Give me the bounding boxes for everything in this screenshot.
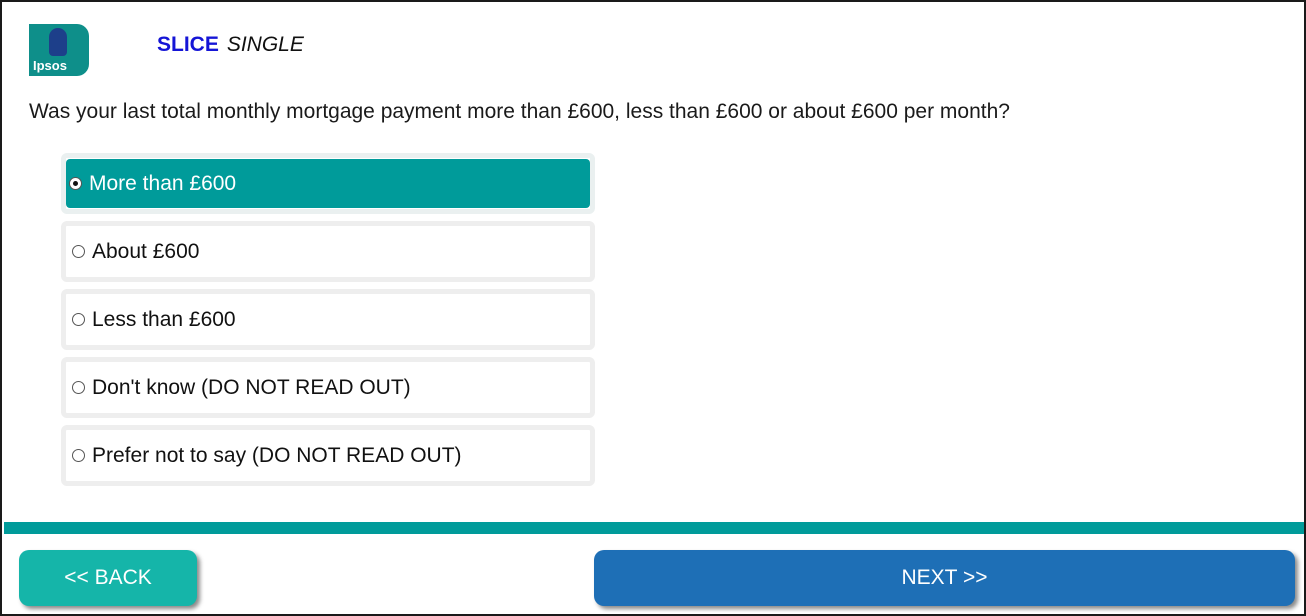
option-prefer-not-to-say[interactable]: Prefer not to say (DO NOT READ OUT) xyxy=(61,425,595,486)
radio-button[interactable] xyxy=(72,313,85,326)
back-button[interactable]: << BACK xyxy=(19,550,197,606)
header-title: SLICE SINGLE xyxy=(157,32,304,58)
question-text: Was your last total monthly mortgage pay… xyxy=(29,100,1010,123)
ipsos-logo: Ipsos xyxy=(29,24,89,76)
option-inner: About £600 xyxy=(72,240,199,264)
radio-button[interactable] xyxy=(72,381,85,394)
radio-button[interactable] xyxy=(72,245,85,258)
option-more-than-600[interactable]: More than £600 xyxy=(61,153,595,214)
option-inner: Don't know (DO NOT READ OUT) xyxy=(72,376,411,400)
option-label: Prefer not to say (DO NOT READ OUT) xyxy=(92,443,462,467)
logo-text: Ipsos xyxy=(33,58,67,73)
radio-button-checked[interactable] xyxy=(69,177,82,190)
option-label: About £600 xyxy=(92,239,200,263)
mode-label: SINGLE xyxy=(226,33,304,56)
footer-divider xyxy=(4,522,1304,534)
option-about-600[interactable]: About £600 xyxy=(61,221,595,282)
option-inner: Prefer not to say (DO NOT READ OUT) xyxy=(72,444,462,468)
logo-figure-icon xyxy=(49,28,67,56)
answer-options: More than £600 About £600 Less than £600… xyxy=(61,153,597,493)
option-label: More than £600 xyxy=(89,171,237,195)
slice-label: SLICE xyxy=(157,33,219,56)
option-label: Less than £600 xyxy=(92,307,236,331)
option-dont-know[interactable]: Don't know (DO NOT READ OUT) xyxy=(61,357,595,418)
option-inner: Less than £600 xyxy=(72,308,236,332)
option-less-than-600[interactable]: Less than £600 xyxy=(61,289,595,350)
option-label: Don't know (DO NOT READ OUT) xyxy=(92,375,411,399)
survey-window: Ipsos SLICE SINGLE Was your last total mo… xyxy=(0,0,1306,616)
option-inner: More than £600 xyxy=(66,159,590,208)
next-button[interactable]: NEXT >> xyxy=(594,550,1295,606)
radio-button[interactable] xyxy=(72,449,85,462)
